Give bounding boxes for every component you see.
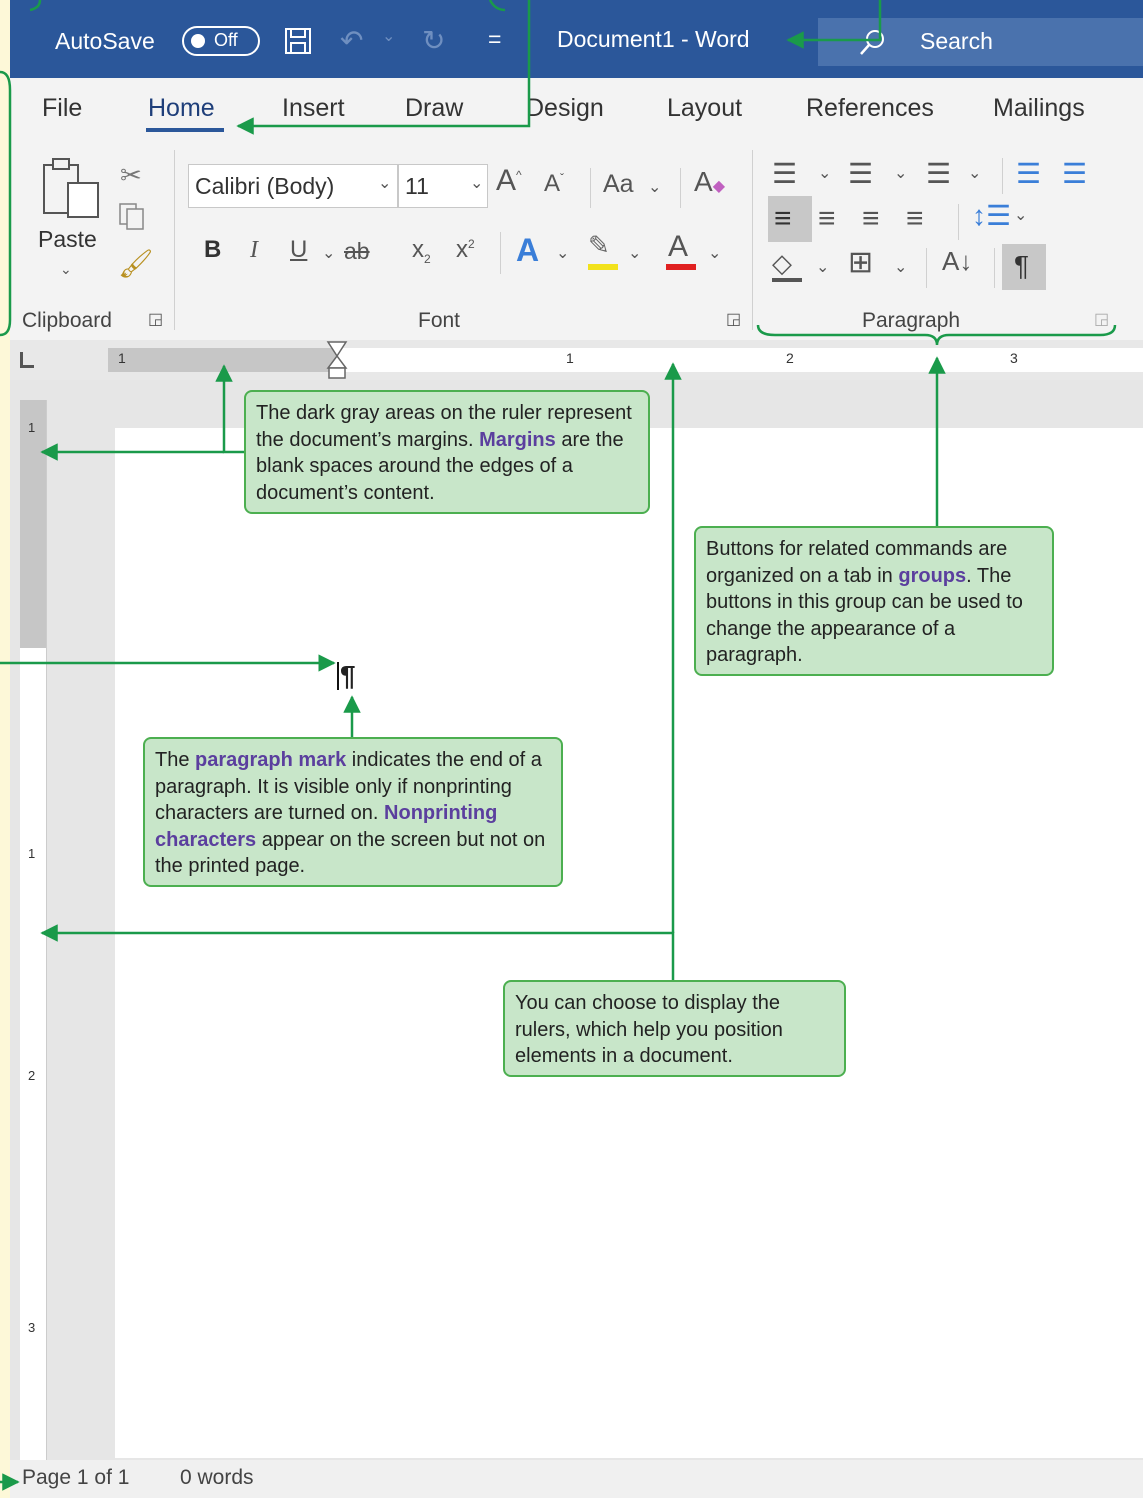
callout-leader-lines: [0, 0, 1117, 1491]
